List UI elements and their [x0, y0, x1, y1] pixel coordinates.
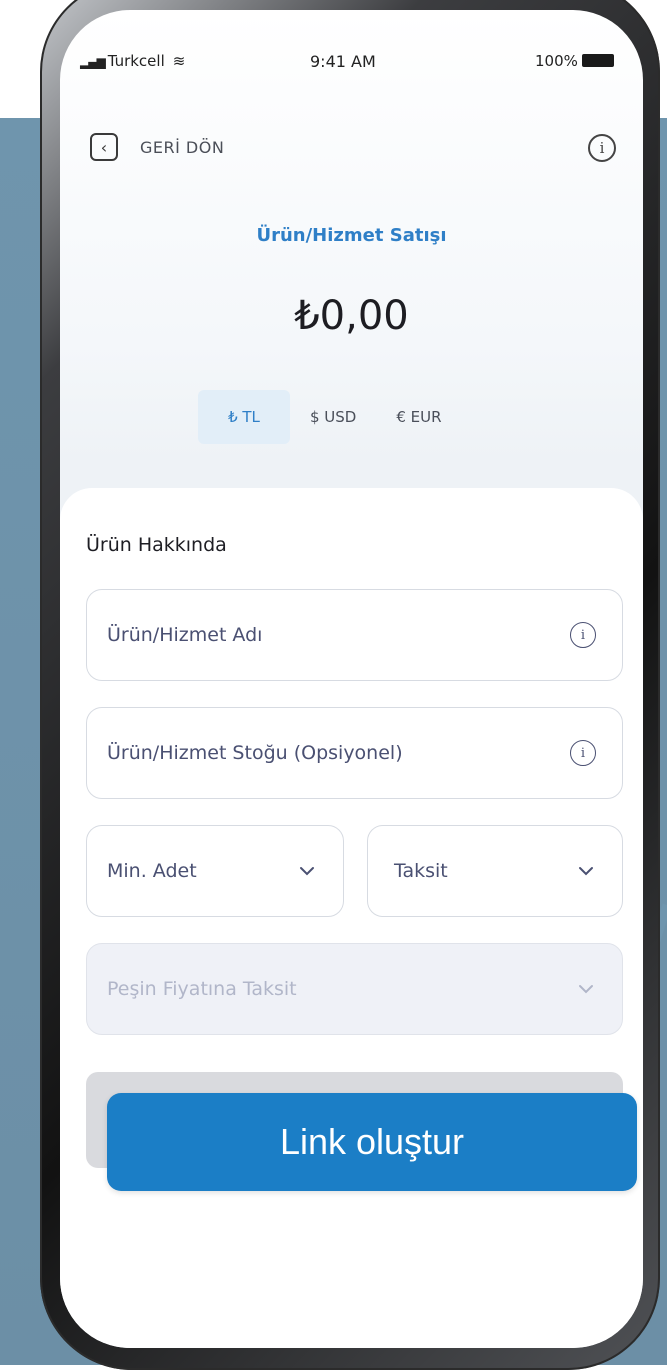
product-name-placeholder: Ürün/Hizmet Adı [107, 624, 263, 646]
back-label: GERİ DÖN [140, 137, 225, 157]
cash-price-installment-select: Peşin Fiyatına Taksit [86, 943, 623, 1035]
create-link-button[interactable]: Link oluştur [107, 1093, 637, 1191]
form-section-title: Ürün Hakkında [86, 534, 227, 556]
status-time: 9:41 AM [310, 52, 376, 71]
tab-currency-tl[interactable]: ₺ TL [198, 390, 290, 444]
product-stock-field[interactable]: Ürün/Hizmet Stoğu (Opsiyonel) i [86, 707, 623, 799]
carrier-indicator: ▂▄▆ Turkcell ≋ [80, 52, 185, 70]
min-quantity-label: Min. Adet [107, 860, 197, 882]
carrier-name: Turkcell [107, 52, 165, 70]
chevron-left-icon: ‹ [90, 133, 118, 161]
wifi-icon: ≋ [172, 52, 186, 70]
status-bar: ▂▄▆ Turkcell ≋ 9:41 AM 100% [60, 10, 643, 71]
product-name-field[interactable]: Ürün/Hizmet Adı i [86, 589, 623, 681]
chevron-down-icon [579, 867, 593, 876]
battery-indicator: 100% [535, 52, 614, 70]
min-quantity-select[interactable]: Min. Adet [86, 825, 344, 917]
chevron-down-icon [300, 867, 314, 876]
battery-icon [581, 54, 614, 67]
tab-currency-usd[interactable]: $ USD [290, 390, 376, 444]
signal-icon: ▂▄▆ [80, 55, 106, 69]
installment-select[interactable]: Taksit [367, 825, 623, 917]
battery-percentage: 100% [535, 52, 578, 70]
product-stock-placeholder: Ürün/Hizmet Stoğu (Opsiyonel) [107, 742, 403, 764]
amount-display: ₺0,00 [294, 293, 409, 339]
info-icon[interactable]: i [570, 740, 596, 766]
currency-tabs: ₺ TL $ USD € EUR [198, 390, 462, 444]
tab-currency-eur[interactable]: € EUR [376, 390, 461, 444]
cash-price-installment-label: Peşin Fiyatına Taksit [107, 978, 297, 1000]
info-icon[interactable]: i [588, 134, 616, 162]
info-icon[interactable]: i [570, 622, 596, 648]
page-title: Ürün/Hizmet Satışı [256, 225, 447, 246]
chevron-down-icon [579, 985, 593, 994]
installment-label: Taksit [394, 860, 448, 882]
back-button[interactable]: ‹ GERİ DÖN [90, 130, 224, 164]
